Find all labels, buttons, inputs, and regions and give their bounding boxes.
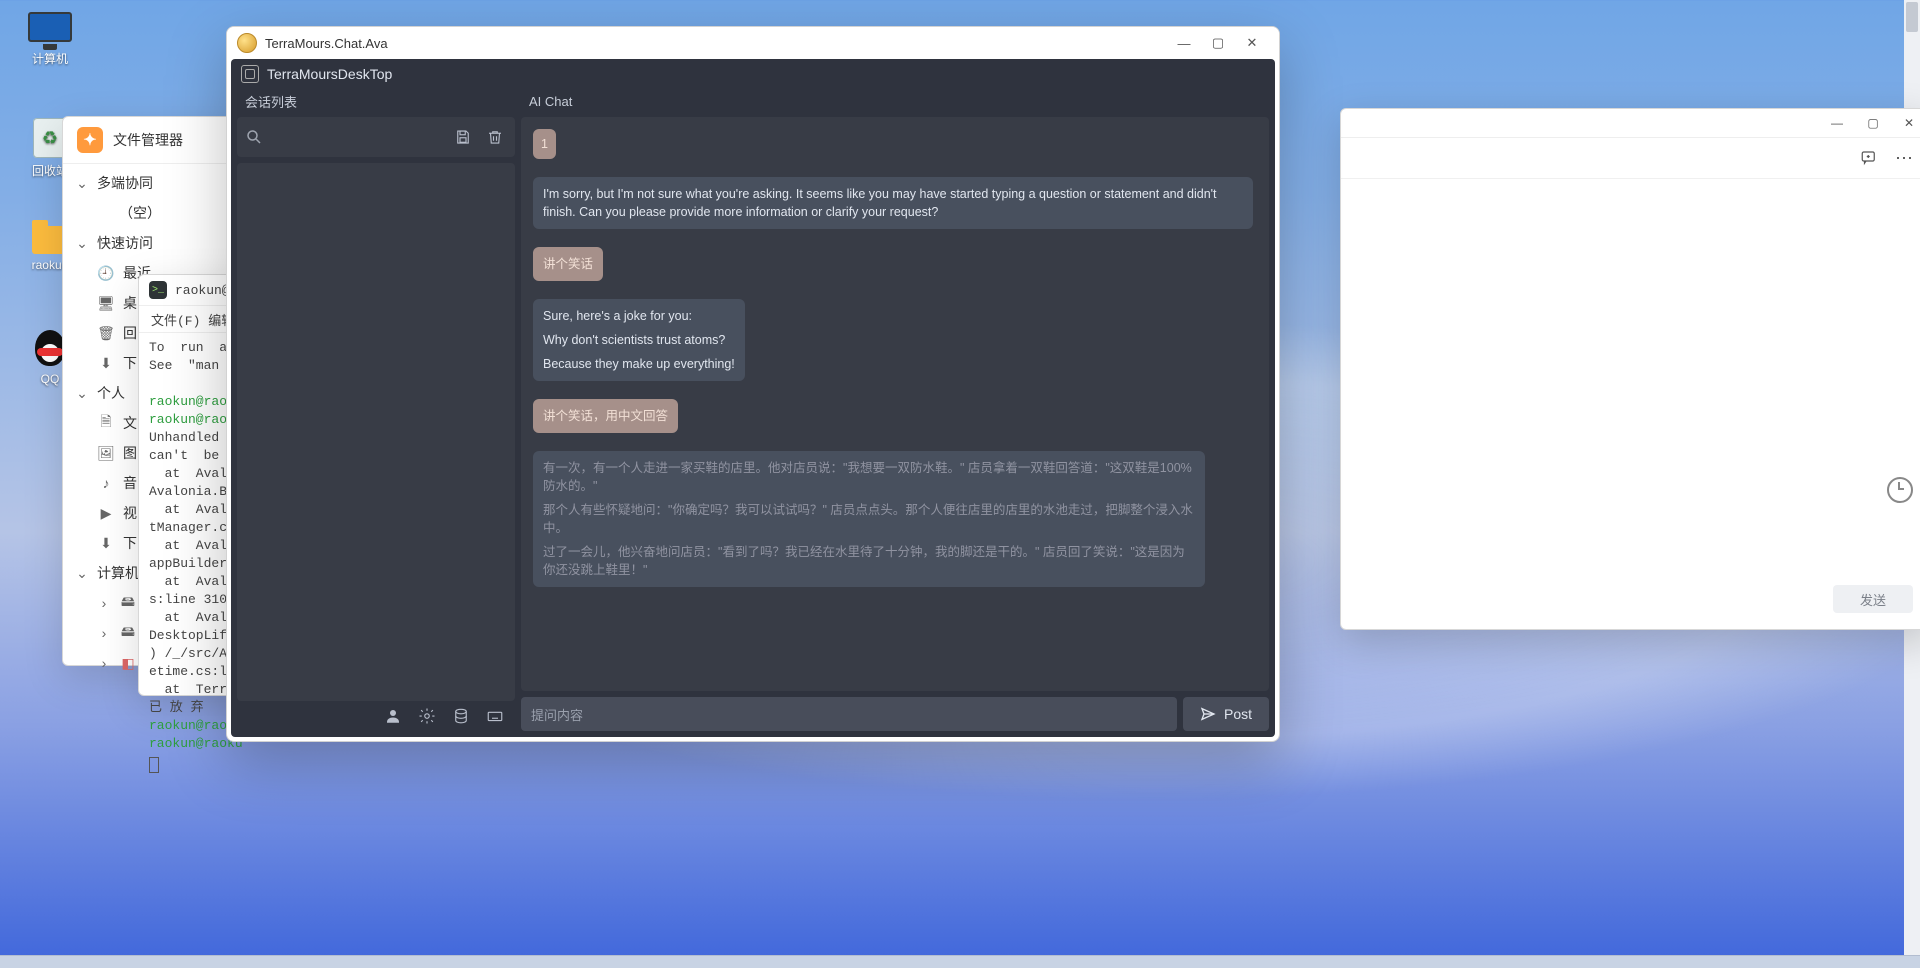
message-user: 1 bbox=[533, 129, 556, 159]
user-icon[interactable] bbox=[381, 704, 405, 728]
message-input-placeholder: 提问内容 bbox=[531, 705, 583, 724]
send-icon bbox=[1200, 706, 1216, 722]
chat-scroll-area[interactable]: 1 I'm sorry, but I'm not sure what you'r… bbox=[521, 117, 1269, 691]
terminal-icon: >_ bbox=[149, 281, 167, 299]
doc-small-icon: 🗎 bbox=[97, 411, 115, 435]
secondary-window-titlebar: — ▢ ✕ bbox=[1341, 109, 1920, 138]
message-assistant: Sure, here's a joke for you: Why don't s… bbox=[533, 299, 745, 381]
disk-small-icon: 🖴 bbox=[119, 621, 137, 645]
clock-icon[interactable] bbox=[1887, 477, 1913, 503]
message-input[interactable]: 提问内容 bbox=[521, 697, 1177, 731]
maximize-button[interactable]: ▢ bbox=[1855, 112, 1891, 134]
sidebar-conversation-list[interactable] bbox=[237, 163, 515, 701]
chat-app-window: TerraMours.Chat.Ava — ▢ ✕ TerraMoursDesk… bbox=[226, 26, 1280, 742]
scrollbar-thumb[interactable] bbox=[1906, 2, 1918, 32]
app-icon bbox=[237, 33, 257, 53]
app-title: TerraMours.Chat.Ava bbox=[265, 36, 388, 51]
secondary-window: — ▢ ✕ ⋯ 发送 bbox=[1340, 108, 1920, 630]
post-button[interactable]: Post bbox=[1183, 697, 1269, 731]
sidebar-bottom-tools bbox=[237, 701, 515, 731]
close-button[interactable]: ✕ bbox=[1235, 30, 1269, 56]
gear-icon[interactable] bbox=[415, 704, 439, 728]
app-subtitle: TerraMoursDeskTop bbox=[267, 66, 392, 82]
music-small-icon: ♪ bbox=[97, 475, 115, 491]
trash-icon[interactable] bbox=[483, 125, 507, 149]
sidebar: 会话列表 bbox=[237, 89, 515, 731]
desktop-small-icon: 🖥 bbox=[97, 295, 115, 312]
desktop-icon-computer[interactable]: 计算机 bbox=[10, 12, 90, 67]
message-user: 讲个笑话，用中文回答 bbox=[533, 399, 678, 433]
taskbar[interactable] bbox=[0, 955, 1920, 968]
disk-small-icon: 🖴 bbox=[119, 591, 137, 615]
download-small-icon: ⬇ bbox=[97, 535, 115, 552]
minimize-button[interactable]: — bbox=[1819, 112, 1855, 134]
main-pane: AI Chat 1 I'm sorry, but I'm not sure wh… bbox=[521, 89, 1269, 731]
chat-add-icon[interactable] bbox=[1855, 144, 1883, 172]
secondary-toolbar: ⋯ bbox=[1341, 138, 1920, 179]
minimize-button[interactable]: — bbox=[1167, 30, 1201, 56]
message-assistant: I'm sorry, but I'm not sure what you're … bbox=[533, 177, 1253, 229]
main-heading: AI Chat bbox=[521, 89, 1269, 113]
send-button[interactable]: 发送 bbox=[1833, 585, 1913, 613]
app-titlebar: TerraMours.Chat.Ava — ▢ ✕ bbox=[227, 27, 1279, 59]
file-manager-icon: ✦ bbox=[77, 127, 103, 153]
post-button-label: Post bbox=[1224, 706, 1252, 722]
video-small-icon: ▶ bbox=[97, 505, 115, 522]
desktop-icon-label: 计算机 bbox=[10, 50, 90, 67]
more-icon[interactable]: ⋯ bbox=[1891, 144, 1919, 172]
keyboard-icon[interactable] bbox=[483, 704, 507, 728]
trash-small-icon: 🗑 bbox=[97, 325, 115, 342]
download-small-icon: ⬇ bbox=[97, 355, 115, 372]
disk-color-icon: ◧ bbox=[119, 655, 137, 672]
save-icon[interactable] bbox=[451, 125, 475, 149]
sidebar-heading: 会话列表 bbox=[237, 89, 515, 113]
message-user: 讲个笑话 bbox=[533, 247, 603, 281]
picture-small-icon: 🖼 bbox=[97, 445, 115, 462]
maximize-button[interactable]: ▢ bbox=[1201, 30, 1235, 56]
search-icon[interactable] bbox=[245, 128, 263, 146]
sidebar-toolbar bbox=[237, 117, 515, 157]
composer: 提问内容 Post bbox=[521, 697, 1269, 731]
app-subtitle-bar: TerraMoursDeskTop bbox=[231, 59, 1275, 89]
app-sub-icon bbox=[241, 65, 259, 83]
monitor-icon bbox=[28, 12, 72, 42]
file-manager-title: 文件管理器 bbox=[113, 130, 183, 150]
database-icon[interactable] bbox=[449, 704, 473, 728]
clock-small-icon: 🕘 bbox=[97, 265, 115, 282]
close-button[interactable]: ✕ bbox=[1891, 112, 1920, 134]
message-assistant: 有一次，有一个人走进一家买鞋的店里。他对店员说："我想要一双防水鞋。" 店员拿着… bbox=[533, 451, 1205, 587]
